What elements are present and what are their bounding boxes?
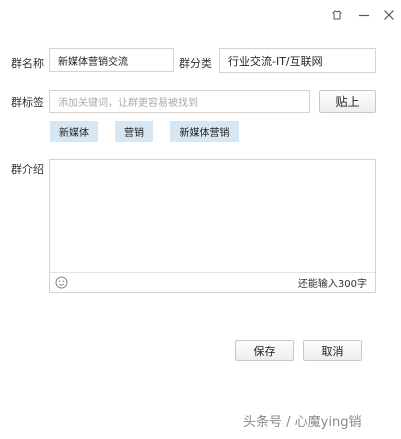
group-tags-label: 群标签 bbox=[11, 96, 44, 109]
paste-button[interactable]: 贴上 bbox=[319, 90, 376, 113]
group-name-label: 群名称 bbox=[11, 57, 44, 70]
group-intro-textarea[interactable]: 还能输入300字 bbox=[49, 159, 376, 293]
cancel-button[interactable]: 取消 bbox=[303, 340, 362, 361]
tag-chip[interactable]: 新媒体 bbox=[50, 121, 98, 142]
group-tags-input[interactable]: 添加关键词，让群更容易被找到 bbox=[49, 90, 310, 113]
group-intro-label: 群介绍 bbox=[11, 163, 44, 176]
remaining-chars: 还能输入300字 bbox=[297, 279, 367, 290]
minimize-icon[interactable] bbox=[357, 8, 371, 22]
group-category-select[interactable]: 行业交流-IT/互联网 bbox=[219, 48, 376, 73]
intro-footer: 还能输入300字 bbox=[50, 272, 375, 292]
group-tags-placeholder: 添加关键词，让群更容易被找到 bbox=[58, 98, 198, 109]
group-category-value: 行业交流-IT/互联网 bbox=[228, 54, 323, 68]
emoji-icon[interactable] bbox=[54, 276, 68, 290]
tag-chip[interactable]: 营销 bbox=[115, 121, 153, 142]
group-category-label: 群分类 bbox=[179, 57, 212, 70]
save-button[interactable]: 保存 bbox=[235, 340, 294, 361]
close-icon[interactable] bbox=[382, 8, 396, 22]
skin-icon[interactable] bbox=[330, 8, 344, 22]
watermark: 头条号 / 心魔ying销 bbox=[243, 415, 362, 430]
tag-chip[interactable]: 新媒体营销 bbox=[170, 121, 239, 142]
group-name-input[interactable]: 新媒体营销交流 bbox=[49, 48, 174, 72]
group-name-value: 新媒体营销交流 bbox=[58, 56, 128, 68]
